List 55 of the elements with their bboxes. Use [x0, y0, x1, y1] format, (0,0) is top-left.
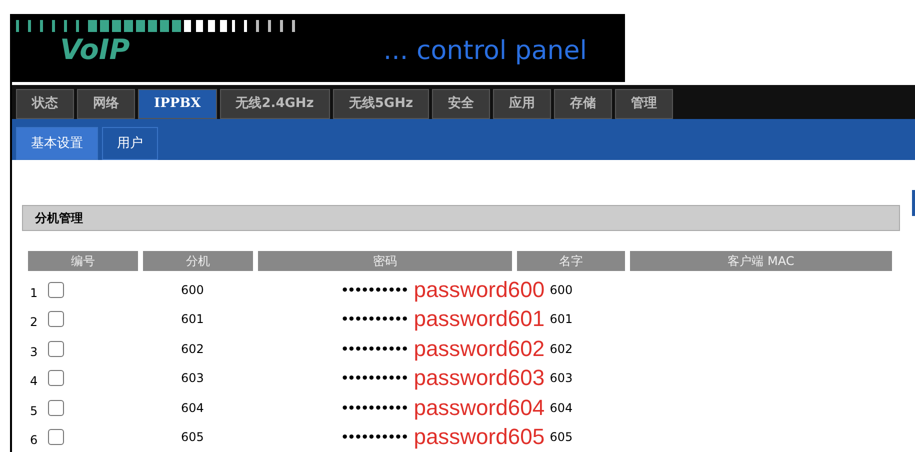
extension: 603 [181, 370, 205, 388]
row-checkbox[interactable] [48, 429, 64, 446]
row-checkbox[interactable] [48, 400, 64, 416]
column-header: 客户端 MAC [630, 251, 892, 272]
nav-tab[interactable]: IPPBX [138, 88, 217, 119]
sub-tab[interactable]: 用户 [102, 127, 158, 160]
name: 602 [550, 340, 573, 358]
row-number: 6 [29, 432, 39, 450]
masked-password: •••••••••• [341, 340, 408, 358]
row-checkbox[interactable] [48, 370, 64, 386]
extension: 601 [181, 311, 205, 328]
name: 601 [550, 311, 573, 328]
row-number: 5 [29, 402, 39, 420]
row-number: 4 [29, 373, 39, 390]
name: 604 [550, 400, 573, 417]
column-header: 分机 [143, 251, 253, 272]
nav-tab[interactable]: 管理 [615, 88, 674, 119]
row-checkbox[interactable] [48, 282, 64, 298]
password-note: password602 [414, 338, 546, 360]
column-header: 编号 [28, 251, 138, 272]
extension: 604 [181, 400, 205, 417]
row-number: 2 [29, 314, 39, 332]
nav-tab[interactable]: 无线2.4GHz [220, 88, 330, 119]
extension: 600 [181, 282, 205, 299]
row-checkbox[interactable] [48, 340, 64, 357]
password-note: password603 [414, 367, 546, 390]
name: 603 [550, 370, 573, 388]
column-header: 名字 [517, 251, 625, 272]
masked-password: •••••••••• [341, 282, 408, 299]
row-number: 1 [29, 284, 39, 302]
row-checkbox[interactable] [48, 311, 64, 328]
nav-tab[interactable]: 安全 [432, 88, 490, 119]
nav-tab[interactable]: 存储 [554, 88, 612, 119]
sub-tab[interactable]: 基本设置 [16, 127, 98, 160]
nav-tab[interactable]: 状态 [16, 88, 74, 119]
column-header: 密码 [258, 251, 512, 272]
nav-tab[interactable]: 无线5GHz [332, 88, 430, 119]
row-number: 3 [29, 344, 39, 361]
masked-password: •••••••••• [341, 370, 408, 388]
masked-password: •••••••••• [341, 400, 408, 417]
nav-tab[interactable]: 应用 [493, 88, 552, 119]
password-note: password605 [414, 426, 546, 448]
password-note: password601 [414, 308, 546, 330]
tagline: ... control panel [383, 38, 587, 64]
extension: 605 [181, 429, 205, 446]
masked-password: •••••••••• [341, 429, 408, 446]
name: 605 [550, 429, 573, 446]
masked-password: •••••••••• [341, 311, 408, 328]
password-note: password600 [414, 278, 546, 301]
section-header: 分机管理 [22, 205, 900, 232]
name: 600 [550, 282, 573, 299]
password-note: password604 [414, 396, 546, 419]
extension: 602 [181, 340, 205, 358]
nav-tab[interactable]: 网络 [77, 88, 135, 119]
logo: VoIP [60, 36, 130, 64]
